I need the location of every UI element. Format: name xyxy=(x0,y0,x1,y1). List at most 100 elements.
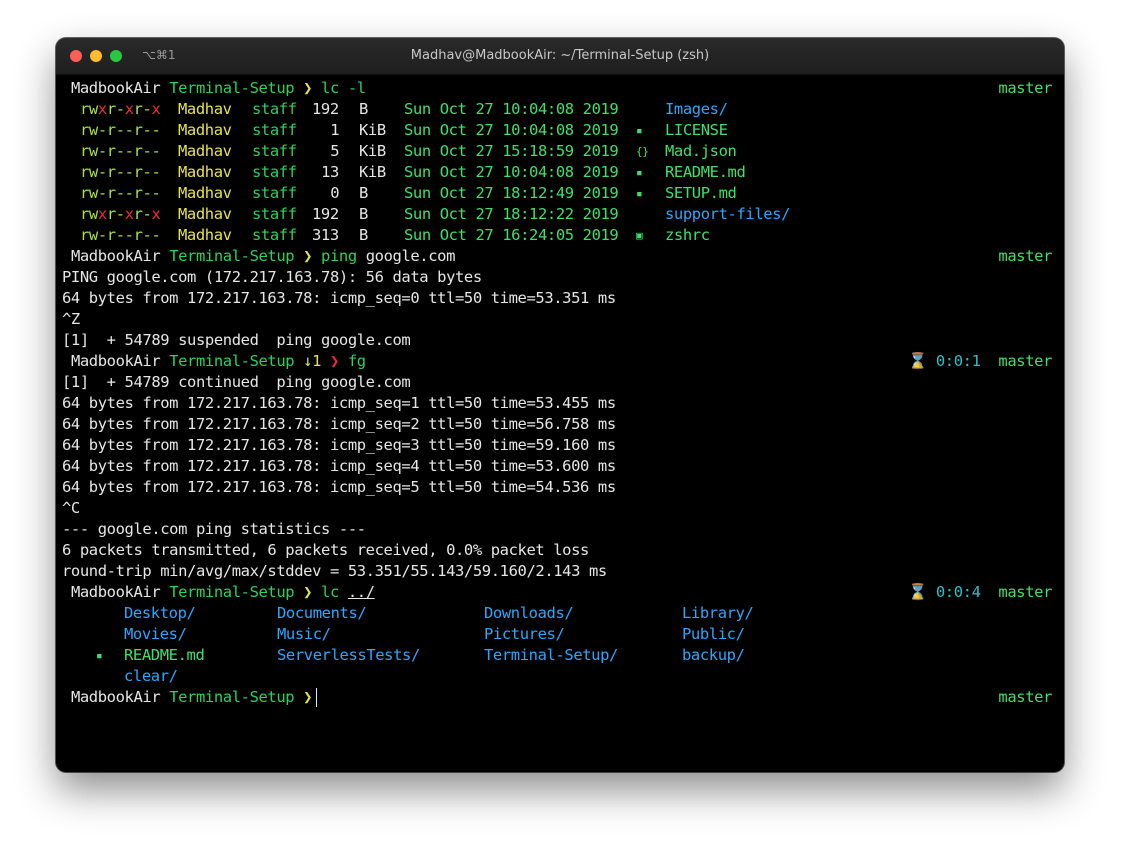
directory-entry: Public/ xyxy=(682,625,745,643)
perm-string: rw-r--r-- xyxy=(80,121,161,139)
perm-exec: x xyxy=(124,205,134,223)
prompt-directory: Terminal-Setup xyxy=(169,352,304,370)
markdown-icon: ▪ xyxy=(636,187,643,200)
perm-read: r- xyxy=(133,205,152,223)
directory-entry: README.md xyxy=(124,646,205,664)
hourglass-icon: ⌛ xyxy=(908,352,936,370)
directory-grid-row: clear/ xyxy=(62,666,1052,687)
apple-icon xyxy=(62,352,71,370)
file-size: 5 xyxy=(330,142,340,160)
git-branch-name: master xyxy=(998,79,1052,97)
file-size-unit: B xyxy=(359,184,368,202)
terminal-output[interactable]: MadbookAir Terminal-Setup ❯ lc -l master… xyxy=(62,78,1052,708)
output-text: 64 bytes from 172.217.163.78: icmp_seq=4… xyxy=(62,457,616,475)
prompt-line: MadbookAir Terminal-Setup ↓1 ❯ fg ⌛ 0:0:1… xyxy=(62,351,1052,372)
permissions: rwxr-xr-x xyxy=(80,99,161,120)
output-text: --- google.com ping statistics --- xyxy=(62,520,366,538)
file-name: SETUP.md xyxy=(665,184,737,202)
command-timer: 0:0:4 xyxy=(935,583,990,601)
apple-icon xyxy=(62,79,71,97)
listing-row: rw-r--r-- Madhav staff 1 KiB Sun Oct 27 10:04… xyxy=(62,120,1052,141)
file-size-unit: B xyxy=(359,226,368,244)
prompt-arrow: ❯ xyxy=(303,247,322,265)
file-size-unit: KiB xyxy=(359,121,386,139)
output-text: 64 bytes from 172.217.163.78: icmp_seq=3… xyxy=(62,436,616,454)
text-cursor[interactable] xyxy=(316,688,318,707)
permissions: rw-r--r-- xyxy=(80,183,161,204)
directory-entry: Desktop/ xyxy=(124,604,196,622)
file-date: Sun Oct 27 15:18:59 2019 xyxy=(404,142,619,160)
file-date: Sun Oct 27 18:12:22 2019 xyxy=(404,205,619,223)
prompt-directory: Terminal-Setup xyxy=(169,688,304,706)
file-icon: ▪ xyxy=(636,124,643,137)
prompt-arrow: ❯ xyxy=(303,79,322,97)
listing-row: rw-r--r-- Madhav staff 0 B Sun Oct 27 18:12:4… xyxy=(62,183,1052,204)
prompt-arrow: ❯ xyxy=(303,688,313,706)
permissions: rw-r--r-- xyxy=(80,120,161,141)
file-owner: Madhav xyxy=(178,121,232,139)
file-owner: Madhav xyxy=(178,163,232,181)
output-line: [1] + 54789 suspended ping google.com xyxy=(62,330,1052,351)
command-text: ping xyxy=(321,247,366,265)
directory-entry: Terminal-Setup/ xyxy=(484,646,618,664)
file-group: staff xyxy=(252,205,297,223)
window-title: Madhav@MadbookAir: ~/Terminal-Setup (zsh… xyxy=(410,48,710,63)
directory-grid-row: Movies/Music/Pictures/Public/ xyxy=(62,624,1052,645)
apple-icon xyxy=(62,688,71,706)
prompt-directory: Terminal-Setup xyxy=(169,247,304,265)
listing-row: rwxr-xr-x Madhav staff 192 B Sun Oct 27 18:12… xyxy=(62,204,1052,225)
directory-entry: Movies/ xyxy=(124,625,187,643)
git-branch-name: master xyxy=(998,688,1052,706)
shell-icon: ▣ xyxy=(636,229,643,242)
prompt-right-segment: ⌛ 0:0:4 master xyxy=(908,582,1052,603)
file-size: 192 xyxy=(312,205,339,223)
perm-exec: x xyxy=(151,205,161,223)
file-group: staff xyxy=(252,142,297,160)
prompt-line: MadbookAir Terminal-Setup ❯ lc ../ ⌛ 0:0:… xyxy=(62,582,1052,603)
output-line: round-trip min/avg/max/stddev = 53.351/5… xyxy=(62,561,1052,582)
output-line: --- google.com ping statistics --- xyxy=(62,519,1052,540)
file-size: 313 xyxy=(312,226,339,244)
file-date: Sun Oct 27 16:24:05 2019 xyxy=(404,226,619,244)
permissions: rwxr-xr-x xyxy=(80,204,161,225)
file-date: Sun Oct 27 10:04:08 2019 xyxy=(404,163,619,181)
output-line: 64 bytes from 172.217.163.78: icmp_seq=1… xyxy=(62,393,1052,414)
output-line: 6 packets transmitted, 6 packets receive… xyxy=(62,540,1052,561)
file-size-unit: B xyxy=(359,100,368,118)
output-line: 64 bytes from 172.217.163.78: icmp_seq=2… xyxy=(62,414,1052,435)
output-text: 6 packets transmitted, 6 packets receive… xyxy=(62,541,589,559)
git-branch-name: master xyxy=(998,583,1052,601)
prompt-arrow-error: ❯ xyxy=(329,352,348,370)
directory-entry: Pictures/ xyxy=(484,625,565,643)
prompt-right-segment: master xyxy=(989,687,1052,708)
perm-exec: x xyxy=(97,100,107,118)
file-size: 13 xyxy=(321,163,339,181)
markdown-icon: ▪ xyxy=(636,166,643,179)
perm-exec: x xyxy=(151,100,161,118)
title-bar: ⌥⌘1 Madhav@MadbookAir: ~/Terminal-Setup … xyxy=(56,38,1064,75)
file-name: Mad.json xyxy=(665,142,737,160)
prompt-right-segment: master xyxy=(989,78,1052,99)
output-text: 64 bytes from 172.217.163.78: icmp_seq=2… xyxy=(62,415,616,433)
directory-entry: ServerlessTests/ xyxy=(277,646,420,664)
prompt-line: MadbookAir Terminal-Setup ❯ ping google.… xyxy=(62,246,1052,267)
perm-read: r- xyxy=(133,100,152,118)
output-line: 64 bytes from 172.217.163.78: icmp_seq=4… xyxy=(62,456,1052,477)
prompt-host: MadbookAir xyxy=(70,247,170,265)
directory-entry: Library/ xyxy=(682,604,754,622)
apple-icon xyxy=(62,247,71,265)
command-text: lc xyxy=(321,583,348,601)
directory-entry: backup/ xyxy=(682,646,745,664)
file-name: LICENSE xyxy=(665,121,728,139)
output-text: ^Z xyxy=(62,310,80,328)
prompt-right-segment: ⌛ 0:0:1 master xyxy=(908,351,1052,372)
permissions: rw-r--r-- xyxy=(80,162,161,183)
file-owner: Madhav xyxy=(178,142,232,160)
file-group: staff xyxy=(252,184,297,202)
perm-string: rw-r--r-- xyxy=(80,142,161,160)
perm-exec: x xyxy=(97,205,107,223)
file-date: Sun Oct 27 10:04:08 2019 xyxy=(404,121,619,139)
perm-string: rw-r--r-- xyxy=(80,184,161,202)
hourglass-icon: ⌛ xyxy=(908,583,936,601)
file-size-unit: B xyxy=(359,205,368,223)
